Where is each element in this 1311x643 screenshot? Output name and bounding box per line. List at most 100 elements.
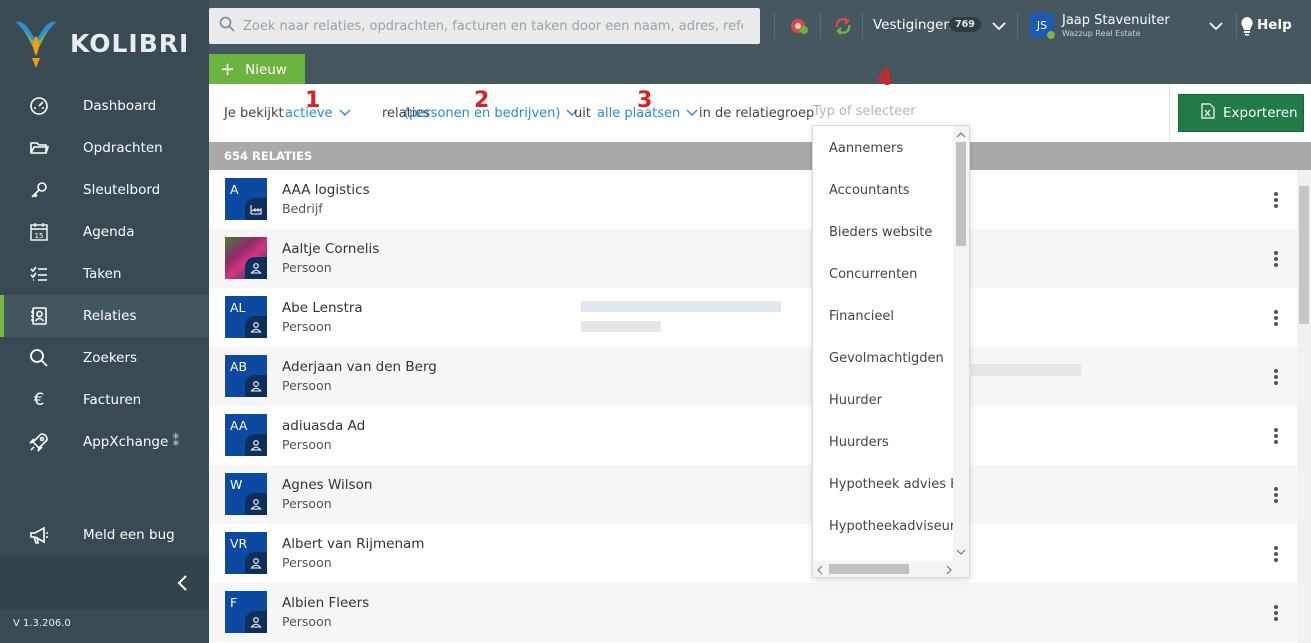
list-item[interactable]: Aaltje Cornelis Persoon [209, 229, 1297, 332]
new-button[interactable]: + Nieuw [209, 54, 305, 85]
relation-name[interactable]: Albien Fleers [282, 595, 369, 611]
sidebar-item-zoekers[interactable]: Zoekers [0, 337, 209, 379]
sidebar-item-taken[interactable]: Taken [0, 253, 209, 295]
more-options-icon[interactable] [1273, 428, 1279, 444]
vestigingen-label[interactable]: Vestigingen [873, 17, 952, 33]
more-options-icon[interactable] [1273, 605, 1279, 621]
scrollbar-thumb[interactable] [829, 564, 909, 574]
relation-name[interactable]: adiuasda Ad [282, 418, 365, 434]
sidebar-item-label: Relaties [83, 308, 137, 324]
scrollbar-thumb[interactable] [1299, 186, 1309, 324]
avatar-initials: AL [230, 300, 246, 315]
group-option[interactable]: Bieders website [813, 211, 955, 253]
annotation-marker-1: 1 [305, 88, 321, 113]
annotation-marker-3: 3 [637, 88, 653, 113]
sidebar-item-bug[interactable]: Meld een bug [0, 514, 209, 556]
divider [820, 13, 821, 39]
list-item[interactable]: F Albien Fleers Persoon [209, 583, 1297, 642]
lightbulb-icon[interactable] [1235, 14, 1259, 38]
more-options-icon[interactable] [1273, 251, 1279, 267]
group-filter-input[interactable] [813, 104, 923, 119]
person-icon [245, 611, 267, 633]
chevron-right-icon[interactable] [945, 564, 953, 577]
logo[interactable]: KOLIBRI [14, 12, 189, 70]
group-option[interactable]: Huurders [813, 421, 955, 463]
place-filter[interactable]: alle plaatsen 3 [597, 88, 698, 121]
divider [774, 13, 775, 39]
chevron-up-icon[interactable] [956, 128, 966, 143]
group-option[interactable]: Financieel [813, 295, 955, 337]
search-icon [219, 16, 235, 36]
topbar: Vestigingen 769 JS Jaap Stavenuiter Wazz… [209, 0, 1311, 84]
search-icon [28, 347, 50, 369]
group-option[interactable]: Concurrenten [813, 253, 955, 295]
chevron-left-icon[interactable] [816, 564, 824, 577]
excel-icon [1201, 103, 1215, 123]
list-item[interactable]: A AAA logistics Bedrijf [209, 170, 1297, 229]
sidebar-item-dashboard[interactable]: Dashboard [0, 85, 209, 127]
avatar: F [225, 591, 267, 633]
group-option[interactable]: Hypotheekadviseurs [813, 505, 955, 547]
notifications-icon[interactable] [787, 14, 811, 38]
relation-type: Persoon [282, 496, 332, 511]
search-input[interactable] [243, 18, 743, 34]
more-options-icon[interactable] [1273, 487, 1279, 503]
export-button[interactable]: Exporteren [1178, 94, 1304, 132]
app-version: V 1.3.206.0 [13, 618, 71, 629]
list-item[interactable]: AA adiuasda Ad Persoon [209, 406, 1297, 465]
more-options-icon[interactable] [1273, 310, 1279, 326]
group-option[interactable]: Hypotheek advies Klanten [813, 463, 955, 505]
chevron-down-icon[interactable] [987, 14, 1011, 38]
sidebar-item-opdrachten[interactable]: Opdrachten [0, 127, 209, 169]
list-item[interactable]: AB Aderjaan van den Berg Persoon [209, 347, 1297, 406]
vestigingen-count-badge: 769 [949, 17, 981, 32]
global-search [209, 8, 760, 44]
avatar: AB [225, 355, 267, 397]
relation-name[interactable]: Abe Lenstra [282, 300, 363, 316]
group-option[interactable]: Aannemers [813, 127, 955, 169]
type-filter[interactable]: (personen en bedrijven) 2 [404, 88, 578, 121]
dropdown-vertical-scrollbar[interactable] [953, 126, 969, 562]
list-item[interactable]: W Agnes Wilson Persoon [209, 465, 1297, 524]
more-options-icon[interactable] [1273, 546, 1279, 562]
scrollbar-thumb[interactable] [956, 142, 966, 246]
group-option[interactable]: Gevolmachtigden [813, 337, 955, 379]
status-filter[interactable]: actieve 1 [285, 88, 351, 121]
chevron-left-icon[interactable] [173, 573, 193, 593]
list-item[interactable]: AL Abe Lenstra Persoon [209, 288, 1297, 347]
user-name[interactable]: Jaap Stavenuiter [1062, 13, 1170, 28]
more-options-icon[interactable] [1273, 192, 1279, 208]
sidebar-item-appxchange[interactable]: AppXchange ⁑ [0, 421, 209, 463]
group-option[interactable]: Accountants [813, 169, 955, 211]
chevron-down-icon[interactable] [956, 545, 966, 560]
list-scrollbar[interactable] [1297, 170, 1311, 643]
sidebar-item-relaties[interactable]: Relaties [0, 295, 209, 337]
sidebar-item-sleutelbord[interactable]: Sleutelbord [0, 169, 209, 211]
relation-type: Persoon [282, 378, 332, 393]
sidebar-item-label: Dashboard [83, 98, 157, 114]
more-options-icon[interactable] [1273, 369, 1279, 385]
relation-name[interactable]: Aaltje Cornelis [282, 241, 379, 257]
person-icon [245, 552, 267, 574]
relation-name[interactable]: Aderjaan van den Berg [282, 359, 437, 375]
group-options-list: Aannemers Accountants Bieders website Co… [813, 127, 955, 547]
sync-icon[interactable] [831, 14, 855, 38]
avatar: AA [225, 414, 267, 456]
relation-name[interactable]: Albert van Rijmenam [282, 536, 424, 552]
relation-name[interactable]: AAA logistics [282, 182, 370, 198]
avatar-photo [225, 237, 267, 279]
help-link[interactable]: Help [1257, 17, 1292, 33]
relation-name[interactable]: Agnes Wilson [282, 477, 372, 493]
list-item[interactable]: VR Albert van Rijmenam Persoon [209, 524, 1297, 583]
chevron-down-icon[interactable] [1204, 14, 1228, 38]
rocket-icon [28, 431, 50, 453]
group-option[interactable]: Huurder [813, 379, 955, 421]
relation-type: Persoon [282, 555, 332, 570]
sidebar-item-facturen[interactable]: € Facturen [0, 379, 209, 421]
sidebar-item-agenda[interactable]: 15 Agenda [0, 211, 209, 253]
annotation-marker-2: 2 [474, 88, 490, 113]
new-button-label: Nieuw [245, 61, 287, 78]
filter-text-uit: uit [574, 106, 591, 121]
group-dropdown: Aannemers Accountants Bieders website Co… [812, 125, 970, 578]
dropdown-horizontal-scrollbar[interactable] [813, 561, 969, 577]
